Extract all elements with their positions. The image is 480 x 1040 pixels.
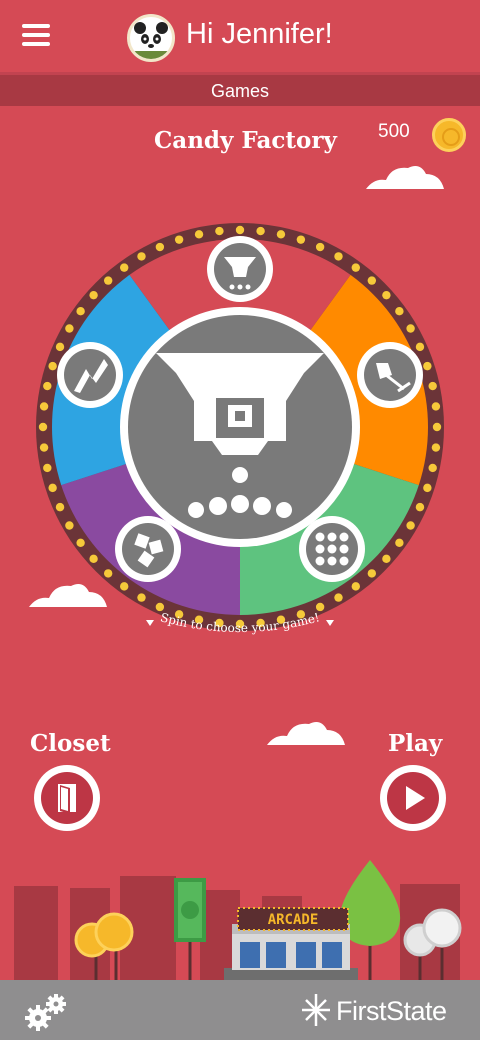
hamburger-menu-icon[interactable] <box>22 24 50 46</box>
light-bulb <box>194 230 204 239</box>
light-bulb <box>89 290 98 300</box>
play-button[interactable] <box>380 765 446 831</box>
light-bulb <box>43 463 52 473</box>
light-bulb <box>120 263 129 272</box>
light-bulb <box>65 521 74 530</box>
light-bulb <box>367 276 377 285</box>
light-bulb <box>334 593 343 602</box>
light-bulb <box>395 307 404 316</box>
panda-avatar-icon[interactable] <box>127 14 175 62</box>
light-bulb <box>431 402 441 411</box>
closet-button[interactable] <box>34 765 100 831</box>
wheel-segment-chart-button[interactable] <box>57 342 123 408</box>
coin-balance: 500 <box>378 121 410 142</box>
gears-icon[interactable] <box>22 990 72 1032</box>
light-bulb <box>382 554 391 564</box>
light-bulb <box>103 569 113 578</box>
play-label: Play <box>388 730 443 757</box>
light-bulb <box>296 235 306 244</box>
light-bulb <box>431 443 441 452</box>
door-icon <box>58 784 76 814</box>
light-bulb <box>155 602 165 612</box>
game-spin-wheel[interactable] <box>36 223 444 631</box>
light-bulb <box>174 235 184 244</box>
wheel-segment-gifts-button[interactable] <box>115 516 181 582</box>
firststate-logo: FirstState <box>296 988 466 1032</box>
spin-hint: Spin to choose your game! <box>146 612 334 635</box>
light-bulb <box>48 361 57 371</box>
grid-dot <box>327 532 337 542</box>
light-bulb <box>137 593 146 602</box>
light-bulb <box>256 226 265 236</box>
light-bulb <box>423 483 432 493</box>
top-bar: Hi Jennifer! <box>0 0 480 72</box>
city-scene: ARCADE <box>14 860 462 980</box>
section-title: Games <box>210 81 270 101</box>
light-bulb <box>406 521 415 530</box>
greeting-text: Hi Jennifer! <box>186 18 333 50</box>
light-bulb <box>428 463 437 473</box>
light-bulb <box>432 422 442 432</box>
grid-dot <box>327 556 337 566</box>
light-bulb <box>55 502 65 512</box>
light-bulb <box>38 422 48 432</box>
light-bulb <box>382 290 391 300</box>
light-bulb <box>215 226 224 236</box>
grid-dot <box>339 556 349 566</box>
wheel-segment-candy-button[interactable] <box>207 236 273 302</box>
light-bulb <box>137 252 146 261</box>
gold-coin-icon <box>432 118 466 152</box>
light-bulb <box>423 361 432 371</box>
section-header: Games <box>0 72 480 106</box>
light-bulb <box>235 225 245 235</box>
light-bulb <box>39 402 49 411</box>
grid-dot <box>315 532 325 542</box>
closet-label: Closet <box>30 730 111 757</box>
light-bulb <box>395 538 404 547</box>
light-bulb <box>89 554 98 564</box>
light-bulb <box>76 538 85 547</box>
grid-dot <box>327 544 337 554</box>
grid-dot <box>339 532 349 542</box>
cloud-icon <box>366 166 444 189</box>
light-bulb <box>315 602 325 612</box>
light-bulb <box>367 569 377 578</box>
light-bulb <box>406 324 415 333</box>
light-bulb <box>315 242 325 252</box>
spin-hint-text: Spin to choose your game! <box>159 612 321 635</box>
light-bulb <box>76 307 85 316</box>
wheel-segment-grid-button[interactable] <box>299 516 365 582</box>
light-bulb <box>65 324 74 333</box>
light-bulb <box>39 443 49 452</box>
arcade-sign-text: ARCADE <box>268 912 319 928</box>
grid-dot <box>315 556 325 566</box>
light-bulb <box>351 582 360 591</box>
light-bulb <box>415 342 425 352</box>
game-title: Candy Factory <box>154 127 337 154</box>
light-bulb <box>43 381 52 391</box>
light-bulb <box>415 502 425 512</box>
light-bulb <box>120 582 129 591</box>
light-bulb <box>428 381 437 391</box>
light-bulb <box>155 242 165 252</box>
grid-dot <box>315 544 325 554</box>
footer-bar: FirstState <box>0 980 480 1040</box>
light-bulb <box>55 342 65 352</box>
svg-text:Spin to choose your game!: Spin to choose your game! <box>159 612 321 635</box>
light-bulb <box>276 230 286 239</box>
light-bulb <box>48 483 57 493</box>
light-bulb <box>351 263 360 272</box>
wheel-segment-shovel-button[interactable] <box>357 342 423 408</box>
play-icon <box>406 786 425 810</box>
grid-dot <box>339 544 349 554</box>
light-bulb <box>103 276 113 285</box>
light-bulb <box>334 252 343 261</box>
cloud-icon <box>267 722 345 745</box>
brand-name: FirstState <box>336 996 447 1026</box>
firststate-logo-icon <box>302 994 330 1026</box>
